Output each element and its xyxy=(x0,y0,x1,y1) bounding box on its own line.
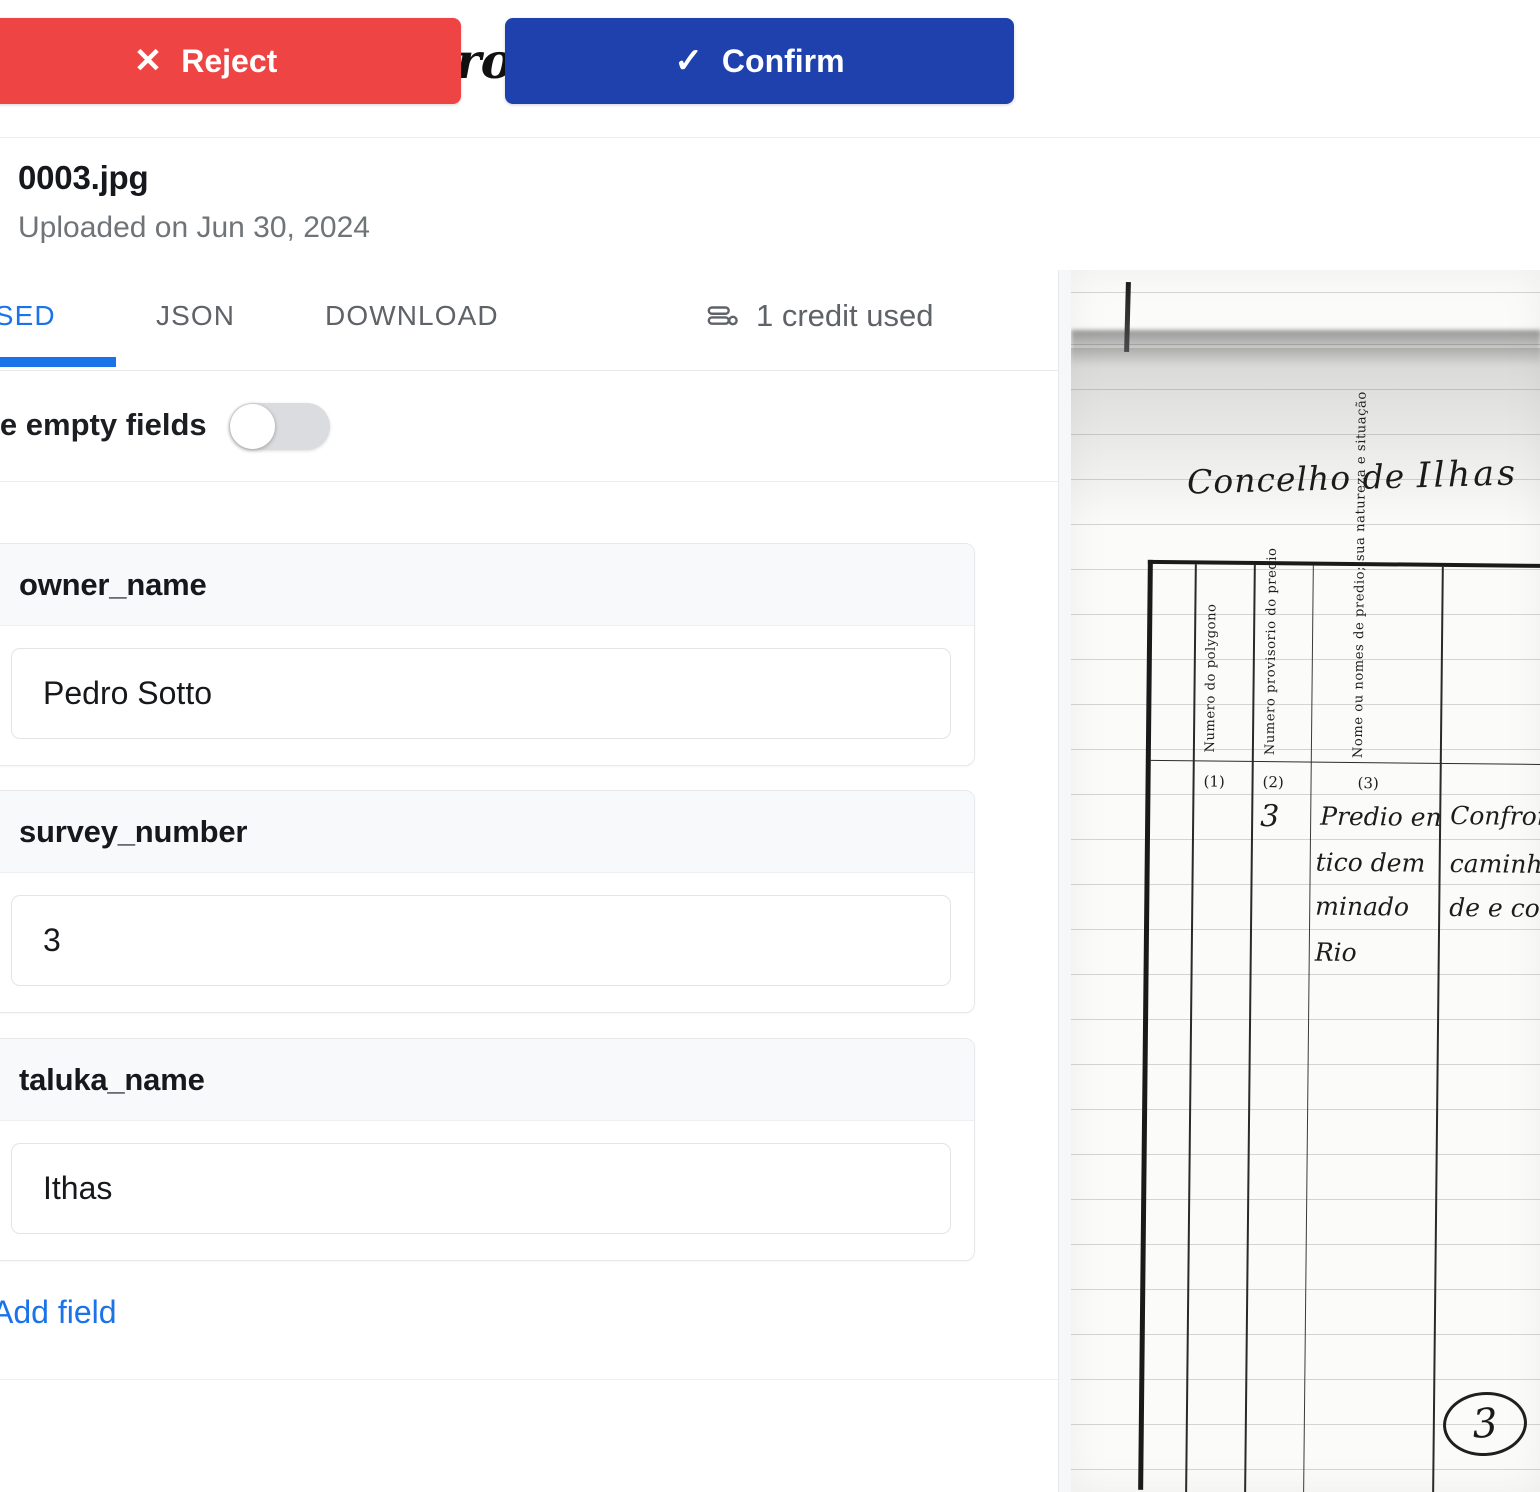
table-column-header: Numero do polygono xyxy=(1202,603,1220,753)
entry-text-line: Rio xyxy=(1314,937,1357,968)
table-column-header: Numero provisorio do predio xyxy=(1262,547,1281,756)
field-value-input[interactable]: 3 xyxy=(11,895,951,986)
field-value-body: 3 xyxy=(0,873,974,1012)
field-card: owner_name Pedro Sotto xyxy=(0,543,975,766)
table-column-header: Nome ou nomes de predio; sua natureza e … xyxy=(1350,391,1370,759)
credit-usage-text: 1 credit used xyxy=(756,298,934,333)
table-header-rule xyxy=(1150,759,1540,766)
table-column-rule xyxy=(1432,566,1444,1492)
hide-empty-fields-label: Hide empty fields xyxy=(0,407,207,442)
field-value-body: Pedro Sotto xyxy=(0,626,974,765)
table-column-number: (1) xyxy=(1203,772,1225,791)
ledger-table: Numero do polygono Numero provisorio do … xyxy=(1138,391,1540,1492)
action-footer xyxy=(0,1379,1058,1492)
file-upload-date: Uploaded on Jun 30, 2024 xyxy=(18,211,370,244)
field-key-label: owner_name xyxy=(19,566,207,602)
tab-download[interactable]: DOWNLOAD xyxy=(325,300,499,332)
reject-button-label: Reject xyxy=(181,42,278,79)
confirm-button[interactable]: ✓ Confirm xyxy=(505,18,1014,104)
document-pro-app: DocumentPro 0003.jpg Uploaded on Jun 30,… xyxy=(0,0,1540,1492)
field-key-header: taluka_name xyxy=(0,1039,974,1121)
credit-usage: 1 credit used xyxy=(706,298,934,334)
parsed-fields-list: owner_name Pedro Sotto survey_number 3 t… xyxy=(0,483,1058,1379)
add-field-link[interactable]: Add field xyxy=(0,1294,117,1331)
hide-empty-fields-toggle[interactable] xyxy=(229,403,330,450)
paper-shading xyxy=(1071,348,1540,528)
field-key-header: owner_name xyxy=(0,544,974,626)
document-page-image: Concelho de Ilhas Numero do polygono Num… xyxy=(1071,270,1540,1492)
entry-text-line: tico dem xyxy=(1315,847,1426,878)
confirm-button-label: Confirm xyxy=(721,42,845,79)
entry-text-line-right: de e com o xyxy=(1449,893,1540,924)
close-icon: ✕ xyxy=(133,42,163,80)
field-value-body: Ithas xyxy=(0,1121,974,1260)
entry-text-line: Predio en xyxy=(1320,801,1442,832)
document-heading-fill: Ilhas xyxy=(1416,453,1519,497)
entry-text-line-right: caminho xyxy=(1449,849,1540,880)
entry-number: 3 xyxy=(1260,799,1280,835)
paper-top-edge xyxy=(1071,330,1540,366)
table-column-rule xyxy=(1303,565,1314,1492)
field-value-input[interactable]: Ithas xyxy=(11,1143,951,1234)
tab-active-indicator xyxy=(0,357,116,367)
field-key-label: taluka_name xyxy=(19,1061,205,1097)
entry-text-line-right: Confron xyxy=(1450,801,1540,832)
table-column-rule xyxy=(1185,564,1197,1492)
check-icon: ✓ xyxy=(674,42,703,80)
field-key-label: survey_number xyxy=(19,813,248,849)
toggle-knob xyxy=(230,404,275,449)
entry-text-line: minado xyxy=(1315,891,1410,922)
field-card: taluka_name Ithas xyxy=(0,1038,975,1261)
hide-empty-fields-row: Hide empty fields xyxy=(0,371,1058,482)
reject-button[interactable]: ✕ Reject xyxy=(0,18,461,104)
credit-stack-icon xyxy=(706,299,740,333)
field-card: survey_number 3 xyxy=(0,790,975,1013)
field-key-header: survey_number xyxy=(0,791,974,873)
table-column-rule xyxy=(1244,564,1256,1492)
tab-json[interactable]: JSON xyxy=(156,300,235,332)
document-heading-text: Concelho de xyxy=(1186,456,1406,502)
table-column-number: (2) xyxy=(1262,773,1284,792)
file-meta-section: 0003.jpg Uploaded on Jun 30, 2024 xyxy=(0,139,1058,270)
field-value-input[interactable]: Pedro Sotto xyxy=(11,648,951,739)
document-preview-panel[interactable]: Concelho de Ilhas Numero do polygono Num… xyxy=(1058,270,1540,1492)
tab-parsed[interactable]: PARSED xyxy=(0,300,56,332)
file-name: 0003.jpg xyxy=(18,159,149,196)
table-column-number: (3) xyxy=(1357,774,1379,793)
